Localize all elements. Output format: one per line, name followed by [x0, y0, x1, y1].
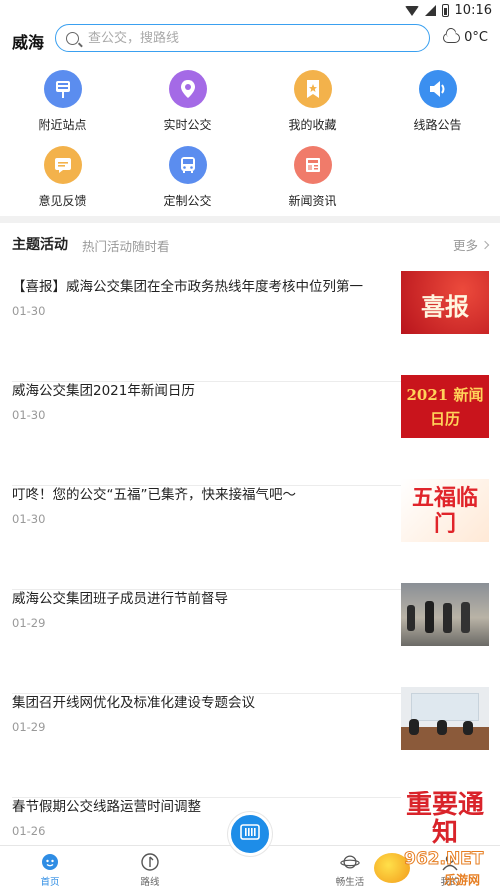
header: 威海 0°C — [0, 24, 500, 54]
menu-news[interactable]: 新闻资讯 — [250, 146, 375, 209]
search-bar[interactable] — [55, 24, 430, 52]
menu-label: 定制公交 — [163, 194, 212, 208]
thumb-caption: 喜报 — [421, 292, 469, 321]
news-date: 01-30 — [12, 408, 46, 422]
cloud-icon — [443, 32, 461, 43]
news-title: 【喜报】威海公交集团在全市政务热线年度考核中位列第一 — [12, 279, 363, 295]
thumb-caption: 五福临门 — [411, 485, 478, 537]
news-date: 01-30 — [12, 304, 46, 318]
bookmark-star-icon — [293, 70, 332, 108]
news-title: 春节假期公交线路运营时间调整 — [12, 799, 201, 815]
location-pin-icon — [168, 70, 207, 108]
menu-realtime-bus[interactable]: 实时公交 — [125, 70, 250, 133]
bus-stop-icon — [43, 70, 82, 108]
section-header: 主题活动 热门活动随时看 更多 — [0, 234, 500, 254]
menu-line-notice[interactable]: 线路公告 — [375, 70, 500, 133]
news-thumbnail: 喜报 — [401, 271, 489, 334]
thumb-caption: 2021 新闻日历 — [406, 386, 484, 428]
nav-label: 首页 — [40, 877, 60, 888]
menu-feedback[interactable]: 意见反馈 — [0, 146, 125, 209]
news-thumbnail: 五福临门 — [401, 479, 489, 542]
news-date: 01-29 — [12, 616, 46, 630]
news-title: 威海公交集团班子成员进行节前督导 — [12, 591, 228, 607]
menu-favorites[interactable]: 我的收藏 — [250, 70, 375, 133]
news-title: 集团召开线网优化及标准化建设专题会议 — [12, 695, 255, 711]
temperature: 0°C — [464, 30, 488, 45]
news-item[interactable]: 叮咚！您的公交“五福”已集齐，快来接福气吧～ 01-30 五福临门 — [0, 479, 500, 590]
watermark-text: 962.NET — [403, 849, 484, 870]
thumb-caption: 重要通知 — [405, 791, 484, 848]
menu-label: 新闻资讯 — [288, 194, 337, 208]
planet-icon — [340, 852, 360, 872]
scan-card-icon — [239, 823, 261, 845]
menu-label: 附近站点 — [38, 118, 87, 132]
battery-icon — [441, 4, 449, 17]
nav-home[interactable]: 首页 — [0, 846, 100, 889]
news-title: 叮咚！您的公交“五福”已集齐，快来接福气吧～ — [12, 487, 296, 503]
city-selector[interactable]: 威海 — [12, 29, 44, 53]
watermark-sub: 乐游网 — [444, 873, 481, 887]
search-input[interactable] — [88, 30, 388, 46]
bus-icon — [168, 146, 207, 184]
status-bar: 10:16 — [0, 0, 500, 22]
quick-menu: 附近站点 实时公交 我的收藏 线路公告 意见反馈 定制公交 新闻资讯 — [0, 70, 500, 210]
section-title: 主题活动 — [12, 237, 68, 253]
news-item[interactable]: 威海公交集团2021年新闻日历 01-30 2021 新闻日历 — [0, 375, 500, 486]
news-item[interactable]: 威海公交集团班子成员进行节前督导 01-29 — [0, 583, 500, 694]
news-date: 01-29 — [12, 720, 46, 734]
route-icon — [140, 852, 160, 872]
news-date: 01-26 — [12, 824, 46, 838]
news-item[interactable]: 【喜报】威海公交集团在全市政务热线年度考核中位列第一 01-30 喜报 — [0, 271, 500, 382]
news-thumbnail — [401, 687, 489, 750]
wifi-icon — [404, 5, 419, 16]
news-title: 威海公交集团2021年新闻日历 — [12, 383, 195, 399]
news-item[interactable]: 集团召开线网优化及标准化建设专题会议 01-29 — [0, 687, 500, 798]
section-divider — [0, 216, 500, 223]
clock: 10:16 — [454, 3, 492, 18]
news-date: 01-30 — [12, 512, 46, 526]
menu-label: 意见反馈 — [38, 194, 87, 208]
search-icon — [66, 31, 79, 45]
weather: 0°C — [443, 30, 488, 45]
signal-icon — [424, 5, 436, 16]
more-label: 更多 — [452, 238, 478, 253]
speaker-icon — [418, 70, 457, 108]
nav-label: 路线 — [140, 877, 160, 888]
news-thumbnail: 2021 新闻日历 — [401, 375, 489, 438]
watermark: 962.NET 乐游网 — [374, 847, 496, 887]
newspaper-icon — [293, 146, 332, 184]
menu-label: 我的收藏 — [288, 118, 337, 132]
section-subtitle: 热门活动随时看 — [82, 239, 170, 254]
more-link[interactable]: 更多 — [452, 235, 490, 254]
news-thumbnail — [401, 583, 489, 646]
feedback-chat-icon — [43, 146, 82, 184]
scan-card-button[interactable] — [228, 812, 272, 856]
menu-custom-bus[interactable]: 定制公交 — [125, 146, 250, 209]
menu-label: 线路公告 — [413, 118, 462, 132]
nav-route[interactable]: 路线 — [100, 846, 200, 889]
chevron-right-icon — [480, 240, 490, 249]
home-icon — [40, 852, 60, 872]
menu-label: 实时公交 — [163, 118, 212, 132]
menu-nearby-stations[interactable]: 附近站点 — [0, 70, 125, 133]
